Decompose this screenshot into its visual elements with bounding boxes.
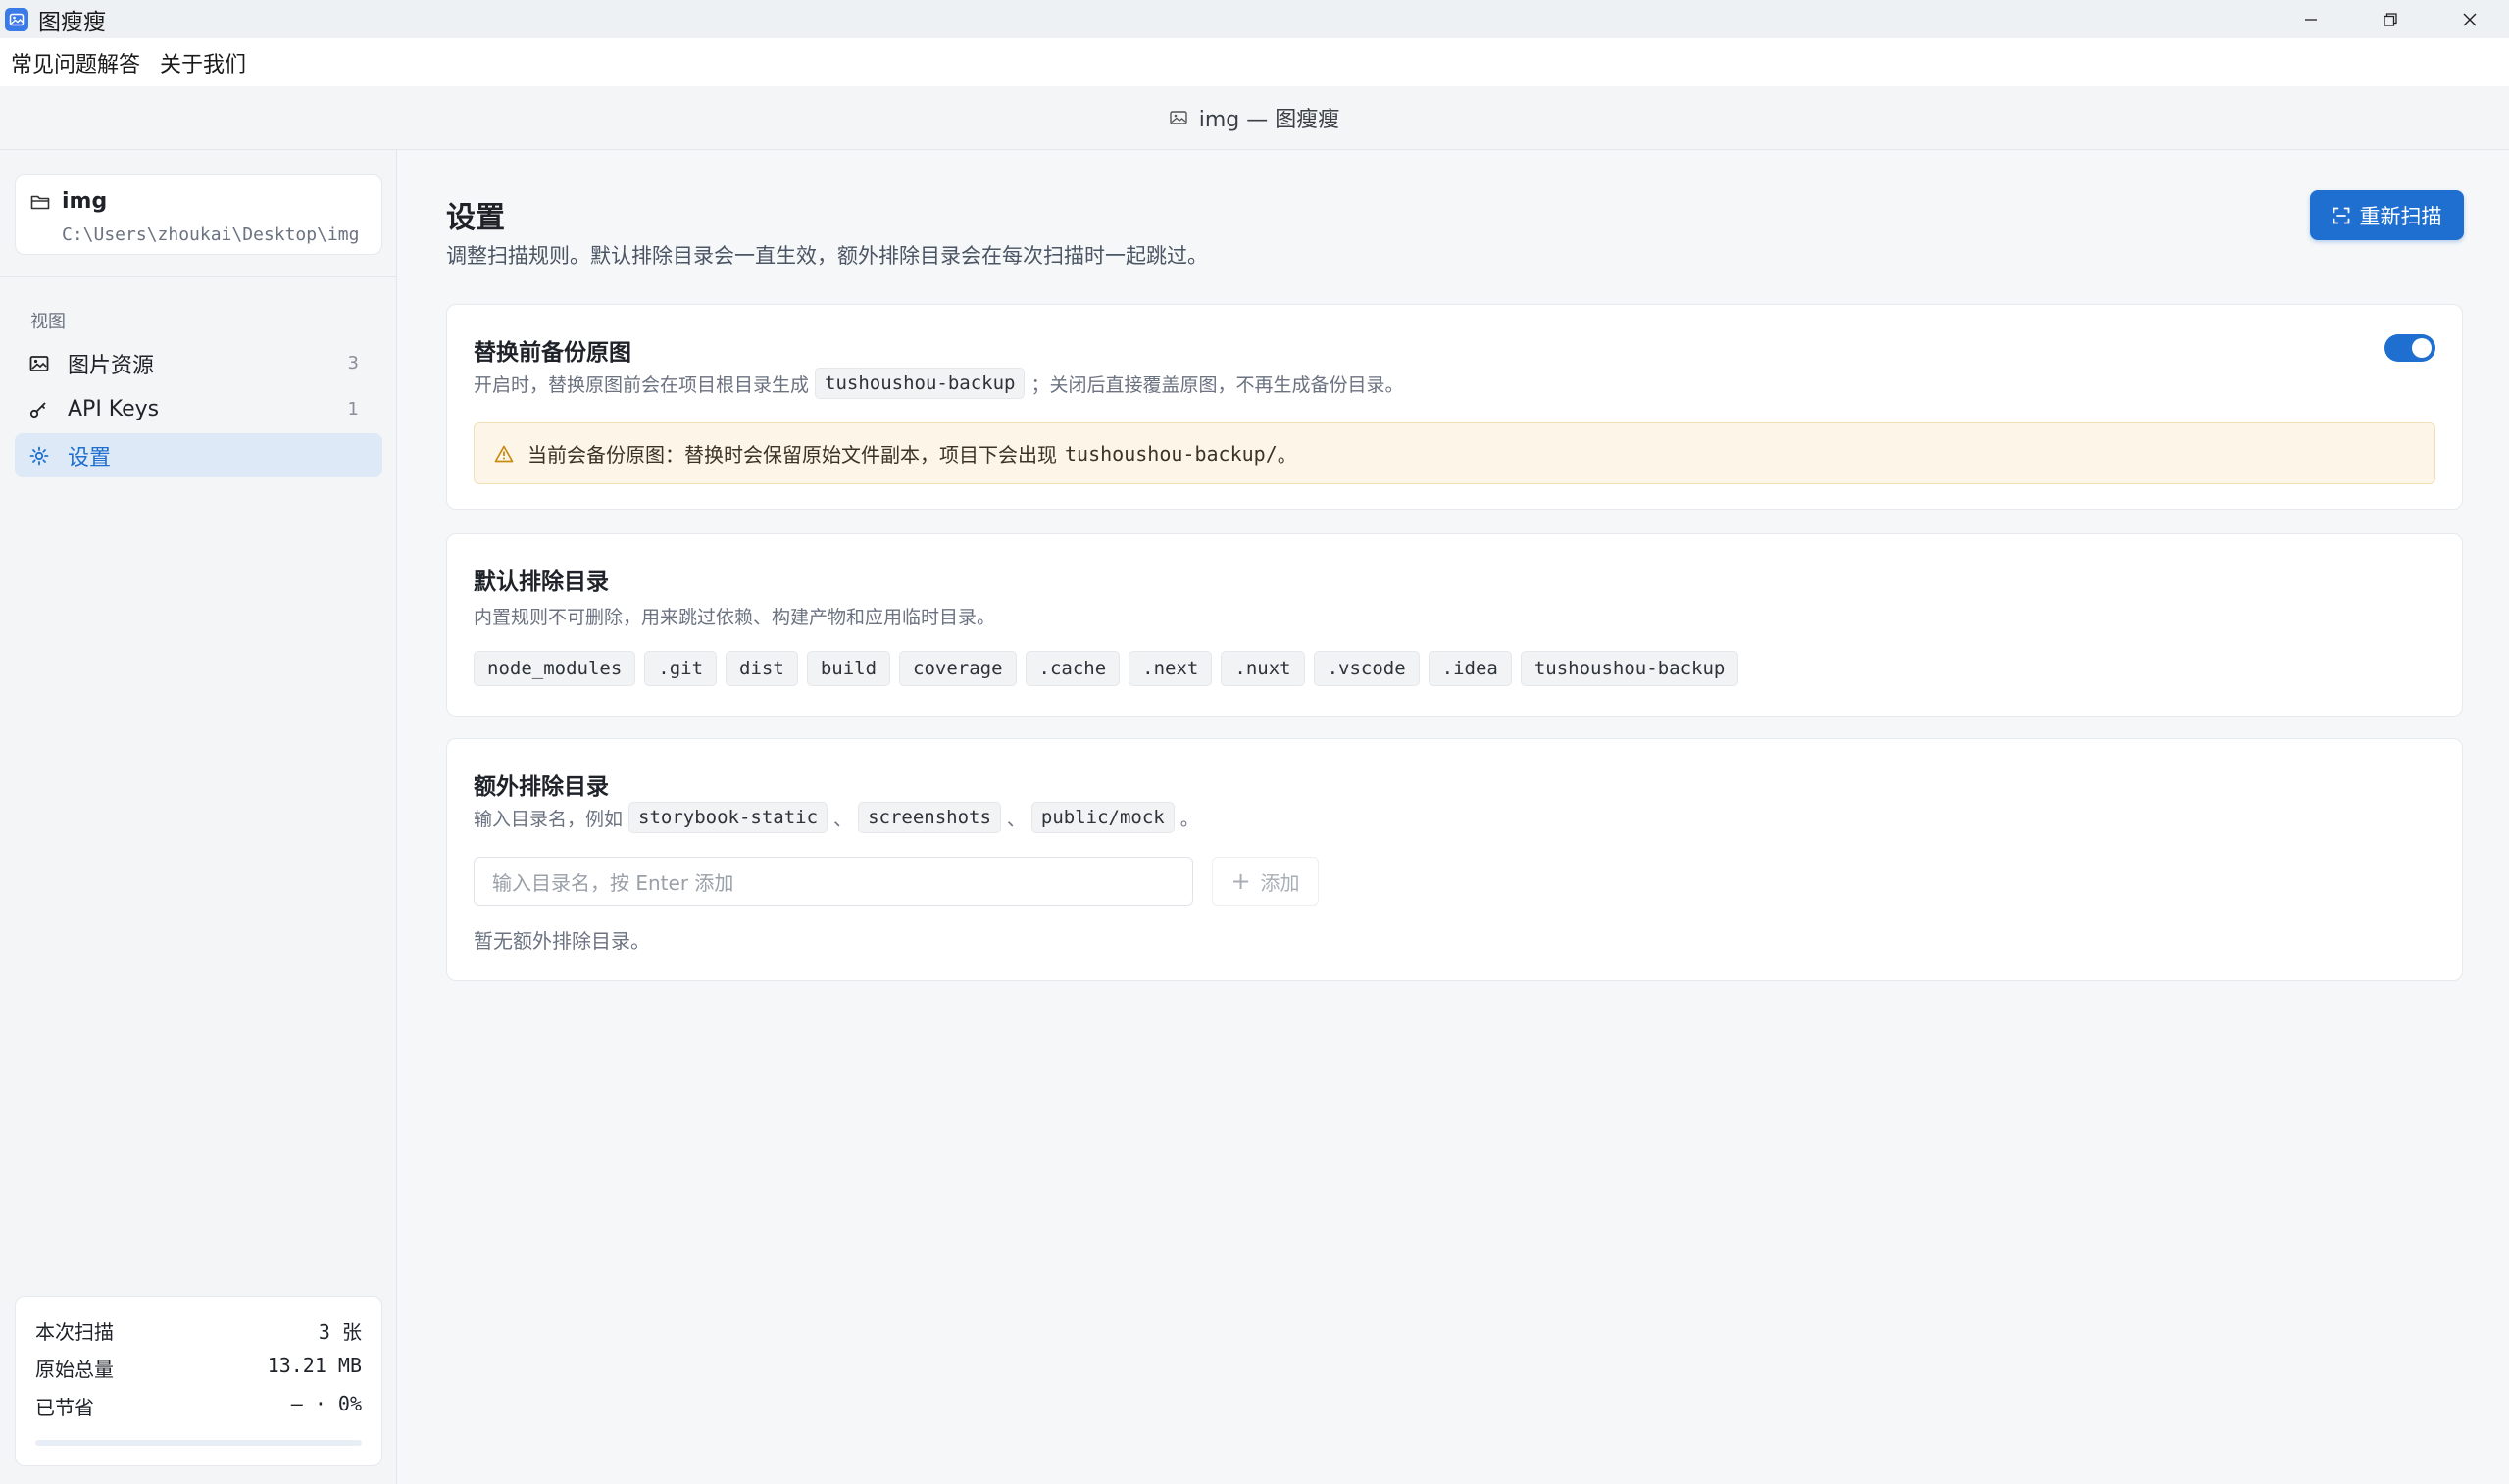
example-chip: screenshots [858,802,1001,833]
default-excludes-list: node_modules .git dist build coverage .c… [474,651,1747,686]
example-chip: storybook-static [628,802,828,833]
close-icon[interactable] [2430,0,2509,38]
sidebar-section-label: 视图 [30,312,66,332]
key-icon [29,401,51,419]
menu-faq[interactable]: 常见问题解答 [11,47,140,78]
empty-state-text: 暂无额外排除目录。 [474,929,650,953]
window-header: img — 图瘦瘦 [0,86,2509,150]
folder-icon [30,193,50,215]
sidebar-divider [0,276,396,277]
page-title: 设置 [446,201,505,235]
project-card[interactable]: img C:\Users\zhoukai\Desktop\img [15,174,382,255]
exclude-chip: .vscode [1313,651,1420,686]
backup-toggle[interactable] [2384,334,2435,362]
sidebar: img C:\Users\zhoukai\Desktop\img 视图 图片资源… [0,150,397,1484]
sidebar-item-count: 1 [347,399,359,420]
exclude-chip: .nuxt [1221,651,1305,686]
extra-excludes-card: 额外排除目录 输入目录名，例如 storybook-static 、 scree… [446,738,2463,981]
exclude-chip: .next [1129,651,1213,686]
sidebar-item-api-keys[interactable]: API Keys 1 [15,387,382,431]
savings-progress-bar [35,1440,362,1446]
project-path: C:\Users\zhoukai\Desktop\img [62,224,360,245]
default-excludes-card: 默认排除目录 内置规则不可删除，用来跳过依赖、构建产物和应用临时目录。 node… [446,533,2463,717]
extra-exclude-input[interactable]: 输入目录名，按 Enter 添加 [474,857,1193,906]
sidebar-item-count: 3 [347,353,359,373]
project-name: img [62,189,108,214]
rescan-button[interactable]: 重新扫描 [2310,190,2464,240]
backup-description: 开启时，替换原图前会在项目根目录生成 tushoushou-backup ；关闭… [474,368,1404,399]
backup-settings-card: 替换前备份原图 开启时，替换原图前会在项目根目录生成 tushoushou-ba… [446,304,2463,510]
page-description: 调整扫描规则。默认排除目录会一直生效，额外排除目录会在每次扫描时一起跳过。 [446,244,1208,268]
backup-warning: 当前会备份原图：替换时会保留原始文件副本，项目下会出现 tushoushou-b… [474,422,2435,484]
stat-saved: 已节省 — · 0% [35,1392,362,1419]
stat-scan-count: 本次扫描 3 张 [35,1320,362,1344]
sidebar-item-label: 设置 [68,445,112,470]
menu-bar: 常见问题解答 关于我们 [0,38,2509,86]
backup-dir-chip: tushoushou-backup [815,368,1026,399]
exclude-chip: tushoushou-backup [1520,651,1739,686]
app-icon [5,7,28,31]
extra-excludes-title: 额外排除目录 [474,774,609,800]
stat-original-size: 原始总量 13.21 MB [35,1354,362,1381]
app-title: 图瘦瘦 [38,9,106,35]
main-content: 设置 调整扫描规则。默认排除目录会一直生效，额外排除目录会在每次扫描时一起跳过。… [397,150,2509,1484]
image-icon [1170,111,1187,124]
scan-icon [2333,207,2349,223]
gear-icon [29,446,51,466]
default-excludes-title: 默认排除目录 [474,569,609,595]
title-bar: 图瘦瘦 [0,0,2509,38]
exclude-chip: .cache [1025,651,1121,686]
sidebar-item-label: API Keys [68,397,160,421]
exclude-chip: dist [726,651,798,686]
sidebar-item-label: 图片资源 [68,353,155,378]
menu-about[interactable]: 关于我们 [160,47,246,78]
warning-icon [494,445,514,462]
sidebar-item-images[interactable]: 图片资源 3 [15,341,382,385]
exclude-chip: .idea [1428,651,1512,686]
plus-icon: + [1230,867,1251,895]
backup-title: 替换前备份原图 [474,340,631,366]
scan-stats-card: 本次扫描 3 张 原始总量 13.21 MB 已节省 — · 0% [15,1296,382,1466]
exclude-chip: node_modules [474,651,636,686]
extra-excludes-description: 输入目录名，例如 storybook-static 、 screenshots … [474,802,1199,833]
minimize-icon[interactable] [2271,0,2350,38]
restore-icon[interactable] [2350,0,2430,38]
sidebar-item-settings[interactable]: 设置 [15,433,382,477]
image-icon [29,355,51,372]
example-chip: public/mock [1030,802,1175,833]
window-controls [2271,0,2509,38]
exclude-chip: build [806,651,891,686]
exclude-chip: coverage [899,651,1017,686]
window-header-title: img — 图瘦瘦 [1198,108,1340,132]
exclude-chip: .git [644,651,718,686]
default-excludes-description: 内置规则不可删除，用来跳过依赖、构建产物和应用临时目录。 [474,607,996,628]
add-exclude-button[interactable]: + 添加 [1212,857,1319,906]
